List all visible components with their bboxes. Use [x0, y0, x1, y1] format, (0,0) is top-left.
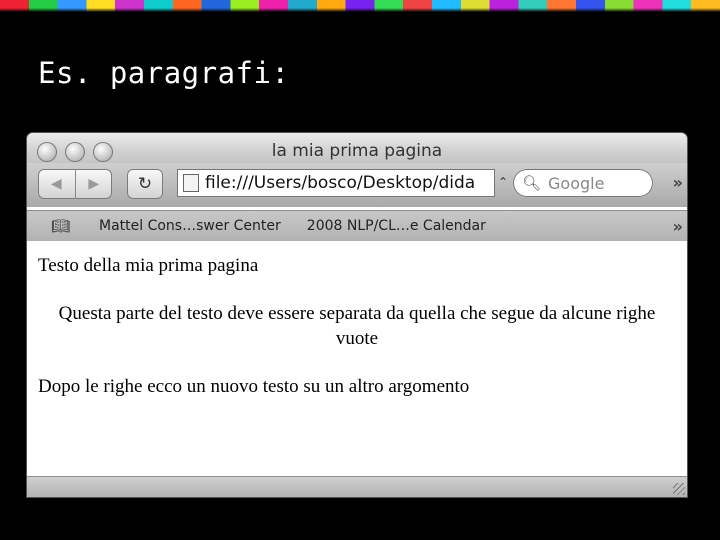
toolbar-overflow-icon[interactable]: » — [673, 173, 683, 192]
forward-arrow-icon: ▶ — [88, 176, 100, 192]
address-bar[interactable]: file:///Users/bosco/Desktop/dida — [177, 169, 495, 197]
page-icon — [183, 174, 199, 192]
paragraph-2-centered: Questa parte del testo deve essere separ… — [58, 303, 656, 349]
slide-title: Es. paragrafi: — [38, 56, 290, 90]
search-icon: 🔍︎ — [522, 174, 542, 192]
search-placeholder: Google — [548, 173, 605, 193]
page-content: Testo della mia prima pagina Questa part… — [27, 241, 687, 476]
paragraph-1: Testo della mia prima pagina — [38, 255, 259, 276]
toolbar: ◀ ▶ ↻ file:///Users/bosco/Desktop/dida ⌃… — [27, 163, 687, 207]
paragraph-3: Dopo le righe ecco un nuovo testo su un … — [38, 376, 470, 397]
resize-grip-icon[interactable] — [673, 483, 685, 495]
decorative-confetti-strip — [0, 0, 720, 12]
dropdown-caret-icon[interactable]: ⌃ — [498, 175, 508, 189]
address-url: file:///Users/bosco/Desktop/dida — [205, 173, 476, 193]
browser-window: la mia prima pagina ◀ ▶ ↻ file:///Users/… — [27, 133, 687, 497]
bookmark-item[interactable]: Mattel Cons…swer Center — [99, 218, 281, 234]
bookmarks-book-icon[interactable]: 📖︎ — [51, 217, 73, 235]
reload-icon: ↻ — [137, 174, 153, 194]
search-field[interactable]: 🔍︎ Google — [513, 169, 653, 197]
back-button[interactable]: ◀ — [38, 169, 75, 199]
reload-button[interactable]: ↻ — [127, 169, 163, 199]
bookmark-item[interactable]: 2008 NLP/CL…e Calendar — [307, 218, 486, 234]
navigation-buttons: ◀ ▶ — [38, 169, 112, 199]
window-title: la mia prima pagina — [271, 141, 443, 161]
bookmarks-bar: 📖︎ Mattel Cons…swer Center 2008 NLP/CL…e… — [27, 210, 687, 242]
bookmarks-overflow-icon[interactable]: » — [673, 217, 683, 236]
status-bar — [27, 476, 687, 497]
back-arrow-icon: ◀ — [50, 176, 62, 192]
forward-button[interactable]: ▶ — [74, 169, 113, 199]
